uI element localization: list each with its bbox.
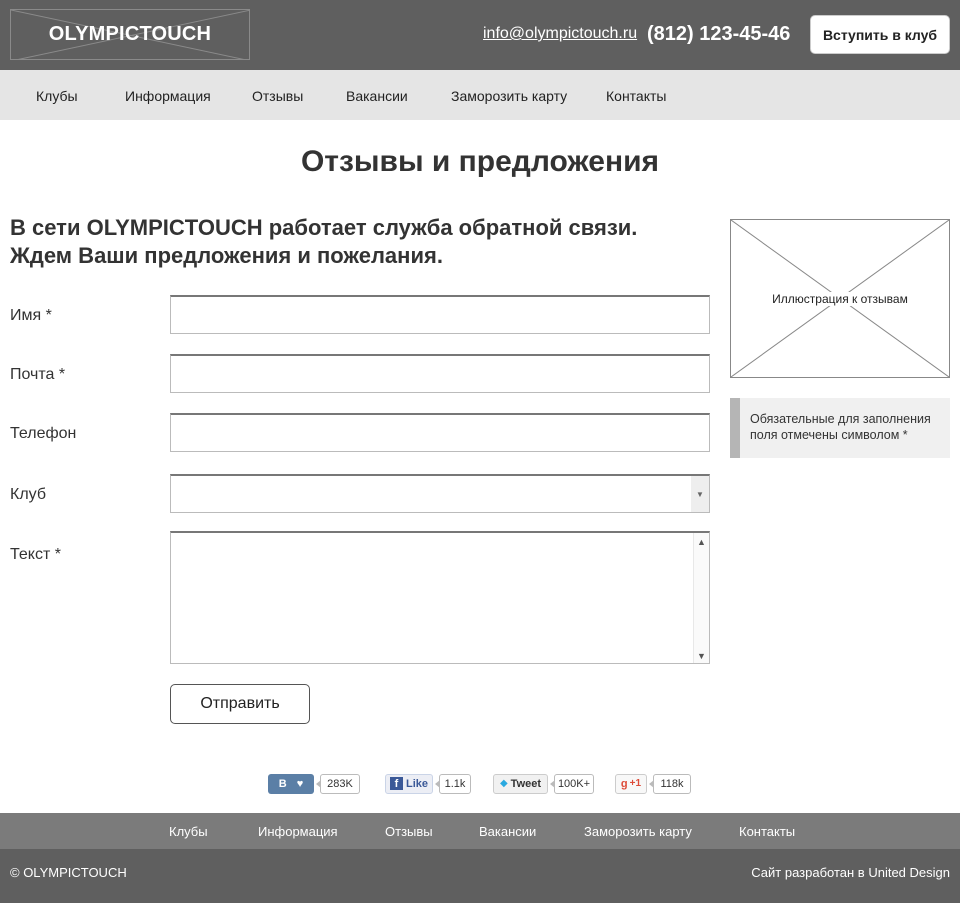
google-plus-count: 118k bbox=[649, 773, 691, 794]
footer-nav-vacancies[interactable]: Вакансии bbox=[479, 824, 536, 839]
email-input[interactable] bbox=[170, 354, 710, 393]
email-label: Почта * bbox=[10, 366, 66, 383]
footer-nav-clubs[interactable]: Клубы bbox=[169, 824, 208, 839]
google-plus-icon: g bbox=[620, 777, 628, 790]
phone-input[interactable] bbox=[170, 413, 710, 452]
phone-number: (812) 123-45-46 bbox=[647, 23, 791, 45]
twitter-bird-icon: ◆ bbox=[499, 778, 508, 789]
facebook-share[interactable]: f Like 1.1k bbox=[385, 773, 471, 794]
heart-icon: ♥ bbox=[296, 777, 304, 790]
name-label: Имя * bbox=[10, 307, 52, 324]
vk-icon: В bbox=[278, 777, 287, 790]
google-plus-button[interactable]: g +1 bbox=[615, 773, 647, 794]
phone-label: Телефон bbox=[10, 425, 77, 442]
intro-line-2: Ждем Ваши предложения и пожелания. bbox=[10, 243, 443, 268]
footer-nav-reviews[interactable]: Отзывы bbox=[385, 824, 433, 839]
copyright: © OLYMPICTOUCH bbox=[10, 865, 127, 880]
illustration-placeholder: Иллюстрация к отзывам bbox=[730, 219, 950, 378]
facebook-icon: f bbox=[389, 777, 403, 790]
facebook-count: 1.1k bbox=[435, 773, 471, 794]
nav-item-reviews[interactable]: Отзывы bbox=[252, 88, 303, 104]
email-link[interactable]: info@olympictouch.ru bbox=[483, 25, 637, 43]
scroll-down-icon[interactable]: ▼ bbox=[697, 651, 706, 661]
nav-item-info[interactable]: Информация bbox=[125, 88, 211, 104]
chevron-down-icon[interactable]: ▼ bbox=[691, 476, 709, 512]
join-club-button[interactable]: Вступить в клуб bbox=[810, 15, 950, 54]
nav-item-freeze-card[interactable]: Заморозить карту bbox=[451, 88, 567, 104]
club-label: Клуб bbox=[10, 486, 46, 503]
main-nav: Клубы Информация Отзывы Вакансии Замороз… bbox=[0, 70, 960, 120]
intro-text: В сети OLYMPICTOUCH работает служба обра… bbox=[10, 214, 710, 270]
vk-button[interactable]: В ♥ bbox=[268, 773, 314, 794]
twitter-count: 100K+ bbox=[550, 773, 594, 794]
name-input[interactable] bbox=[170, 295, 710, 334]
footer-nav: Клубы Информация Отзывы Вакансии Замороз… bbox=[0, 813, 960, 849]
nav-item-vacancies[interactable]: Вакансии bbox=[346, 88, 408, 104]
facebook-like-label: Like bbox=[405, 777, 428, 790]
footer-nav-contacts[interactable]: Контакты bbox=[739, 824, 795, 839]
footer-nav-freeze-card[interactable]: Заморозить карту bbox=[584, 824, 692, 839]
tweet-button[interactable]: ◆ Tweet bbox=[493, 773, 548, 794]
textarea-scrollbar[interactable]: ▲ ▼ bbox=[693, 533, 709, 663]
vk-share[interactable]: В ♥ 283K bbox=[268, 773, 360, 794]
intro-line-1: В сети OLYMPICTOUCH работает служба обра… bbox=[10, 215, 638, 240]
tweet-label: Tweet bbox=[510, 777, 542, 790]
club-select[interactable]: ▼ bbox=[170, 474, 710, 513]
logo[interactable]: OLYMPICTOUCH bbox=[10, 9, 250, 60]
logo-text: OLYMPICTOUCH bbox=[48, 23, 212, 45]
submit-button[interactable]: Отправить bbox=[170, 684, 310, 724]
site-footer: © OLYMPICTOUCH Сайт разработан в United … bbox=[0, 849, 960, 903]
twitter-share[interactable]: ◆ Tweet 100K+ bbox=[493, 773, 594, 794]
page-title: Отзывы и предложения bbox=[300, 145, 660, 178]
google-plus-share[interactable]: g +1 118k bbox=[615, 773, 691, 794]
text-label: Текст * bbox=[10, 546, 61, 563]
illustration-label: Иллюстрация к отзывам bbox=[770, 291, 910, 306]
scroll-up-icon[interactable]: ▲ bbox=[697, 537, 706, 547]
developer-credits[interactable]: Сайт разработан в United Design bbox=[751, 865, 950, 880]
facebook-button[interactable]: f Like bbox=[385, 773, 433, 794]
nav-item-clubs[interactable]: Клубы bbox=[36, 88, 78, 104]
nav-item-contacts[interactable]: Контакты bbox=[606, 88, 666, 104]
vk-count: 283K bbox=[316, 773, 360, 794]
required-fields-note: Обязательные для заполнения поля отмечен… bbox=[730, 398, 950, 458]
text-textarea[interactable]: ▲ ▼ bbox=[170, 531, 710, 664]
site-header: OLYMPICTOUCH info@olympictouch.ru (812) … bbox=[0, 0, 960, 70]
footer-nav-info[interactable]: Информация bbox=[258, 824, 338, 839]
google-plus-label: +1 bbox=[629, 778, 642, 789]
